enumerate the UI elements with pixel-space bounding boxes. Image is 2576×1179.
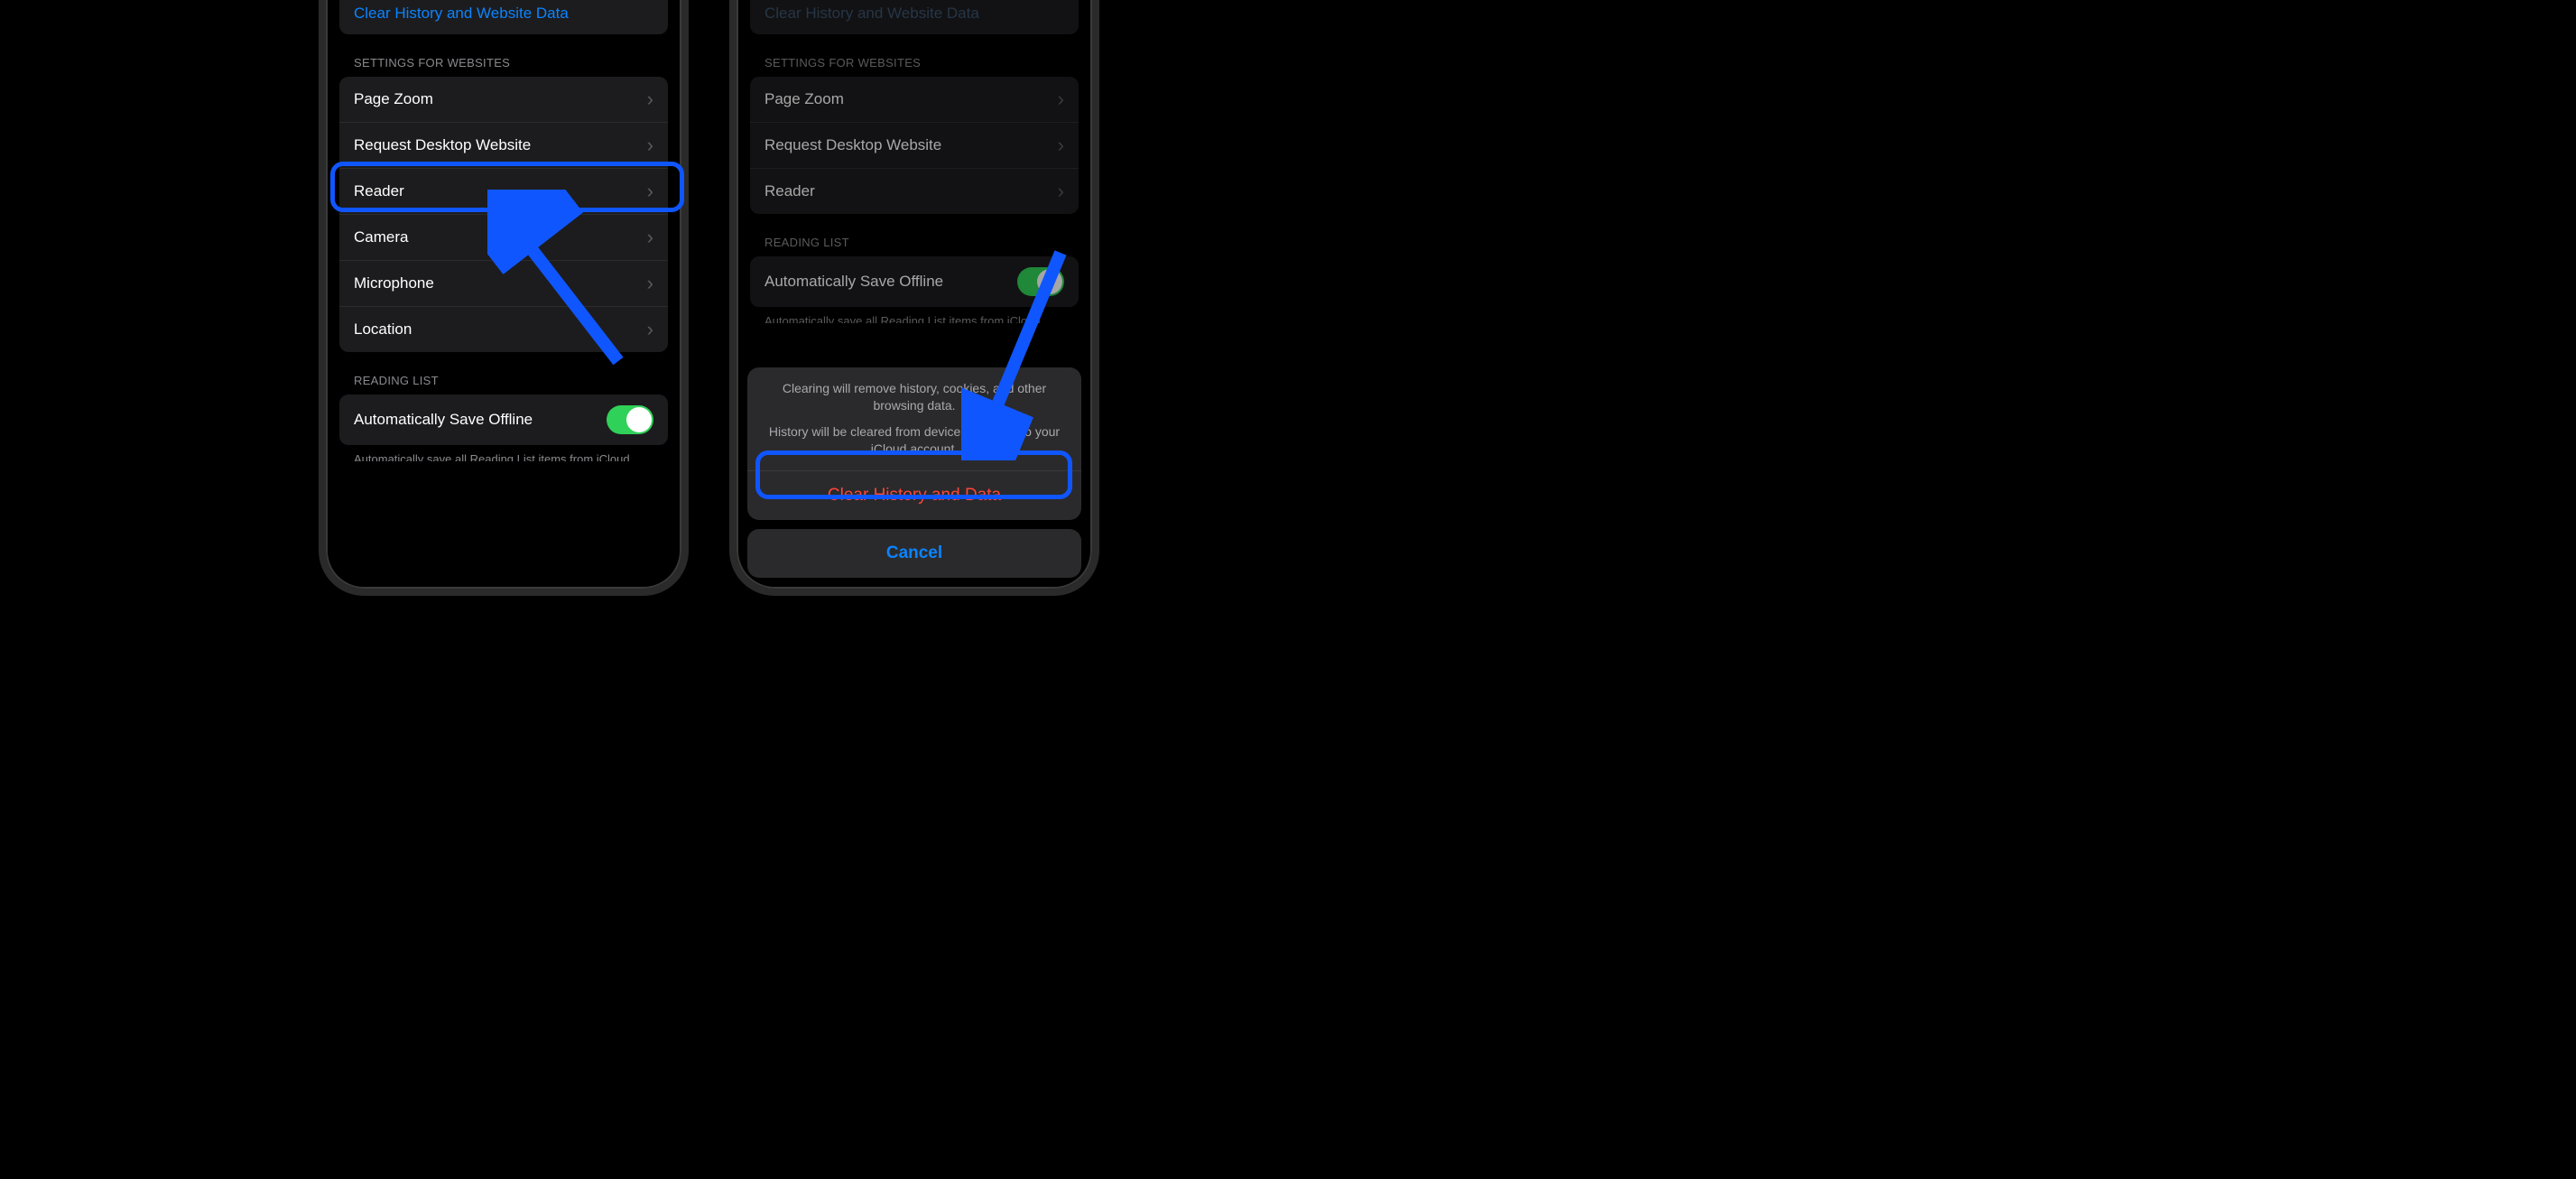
action-sheet: Clearing will remove history, cookies, a… bbox=[747, 367, 1081, 578]
save-offline-label: Automatically Save Offline bbox=[764, 272, 943, 291]
phone-frame-right: Privacy Preserving Ad Measurement Check … bbox=[729, 0, 1099, 596]
clear-history-label: Clear History and Website Data bbox=[354, 5, 569, 23]
websites-section-header: SETTINGS FOR WEBSITES bbox=[339, 34, 668, 77]
reading-list-section-header: READING LIST bbox=[339, 352, 668, 395]
websites-item[interactable]: Reader › bbox=[750, 169, 1079, 214]
websites-item[interactable]: Request Desktop Website › bbox=[339, 123, 668, 169]
chevron-right-icon: › bbox=[647, 88, 653, 111]
clear-history-and-data-button[interactable]: Clear History and Data bbox=[747, 471, 1081, 520]
toggle-on-icon[interactable] bbox=[1017, 267, 1064, 296]
side-button bbox=[1098, 0, 1099, 34]
clear-history-label: Clear History and Website Data bbox=[764, 5, 979, 23]
clear-history-group: Clear History and Website Data bbox=[750, 0, 1079, 34]
websites-item-label: Page Zoom bbox=[764, 89, 844, 108]
chevron-right-icon: › bbox=[1058, 180, 1064, 203]
websites-item-label: Microphone bbox=[354, 274, 434, 292]
websites-item-label: Page Zoom bbox=[354, 89, 433, 108]
websites-section-header: SETTINGS FOR WEBSITES bbox=[750, 34, 1079, 77]
cancel-button[interactable]: Cancel bbox=[747, 529, 1081, 578]
phone-frame-left: Privacy Preserving Ad Measurement Check … bbox=[319, 0, 689, 596]
websites-item-label: Location bbox=[354, 320, 412, 339]
toggle-on-icon[interactable] bbox=[607, 405, 653, 434]
websites-item-label: Reader bbox=[354, 181, 404, 200]
chevron-right-icon: › bbox=[647, 180, 653, 203]
websites-item[interactable]: Reader › bbox=[339, 169, 668, 215]
websites-item[interactable]: Page Zoom › bbox=[750, 77, 1079, 123]
chevron-right-icon: › bbox=[647, 272, 653, 295]
websites-item-label: Request Desktop Website bbox=[354, 135, 531, 154]
action-sheet-message: Clearing will remove history, cookies, a… bbox=[747, 367, 1081, 471]
vol-down bbox=[729, 79, 731, 143]
chevron-right-icon: › bbox=[647, 318, 653, 341]
clear-history-group: Clear History and Website Data bbox=[339, 0, 668, 34]
vol-down bbox=[319, 79, 320, 143]
side-button bbox=[687, 0, 689, 34]
chevron-right-icon: › bbox=[1058, 134, 1064, 157]
websites-item[interactable]: Page Zoom › bbox=[339, 77, 668, 123]
websites-item-label: Request Desktop Website bbox=[764, 135, 941, 154]
websites-item-label: Reader bbox=[764, 181, 815, 200]
save-offline-footnote: Automatically save all Reading List item… bbox=[339, 445, 668, 461]
clear-history-button[interactable]: Clear History and Website Data bbox=[339, 0, 668, 34]
chevron-right-icon: › bbox=[647, 134, 653, 157]
reading-list-group: Automatically Save Offline bbox=[339, 395, 668, 445]
websites-group: Page Zoom›Request Desktop Website›Reader… bbox=[750, 77, 1079, 214]
save-offline-label: Automatically Save Offline bbox=[354, 410, 533, 429]
websites-item[interactable]: Microphone › bbox=[339, 261, 668, 307]
clear-history-button[interactable]: Clear History and Website Data bbox=[750, 0, 1079, 34]
websites-item[interactable]: Camera › bbox=[339, 215, 668, 261]
websites-item[interactable]: Request Desktop Website › bbox=[750, 123, 1079, 169]
save-offline-toggle-row[interactable]: Automatically Save Offline bbox=[750, 256, 1079, 307]
reading-list-section-header: READING LIST bbox=[750, 214, 1079, 256]
save-offline-footnote: Automatically save all Reading List item… bbox=[750, 307, 1079, 323]
websites-item[interactable]: Location › bbox=[339, 307, 668, 352]
chevron-right-icon: › bbox=[1058, 88, 1064, 111]
reading-list-group: Automatically Save Offline bbox=[750, 256, 1079, 307]
save-offline-toggle-row[interactable]: Automatically Save Offline bbox=[339, 395, 668, 445]
websites-item-label: Camera bbox=[354, 227, 408, 246]
chevron-right-icon: › bbox=[647, 226, 653, 249]
vol-up bbox=[319, 0, 320, 61]
vol-up bbox=[729, 0, 731, 61]
websites-group: Page Zoom›Request Desktop Website›Reader… bbox=[339, 77, 668, 352]
